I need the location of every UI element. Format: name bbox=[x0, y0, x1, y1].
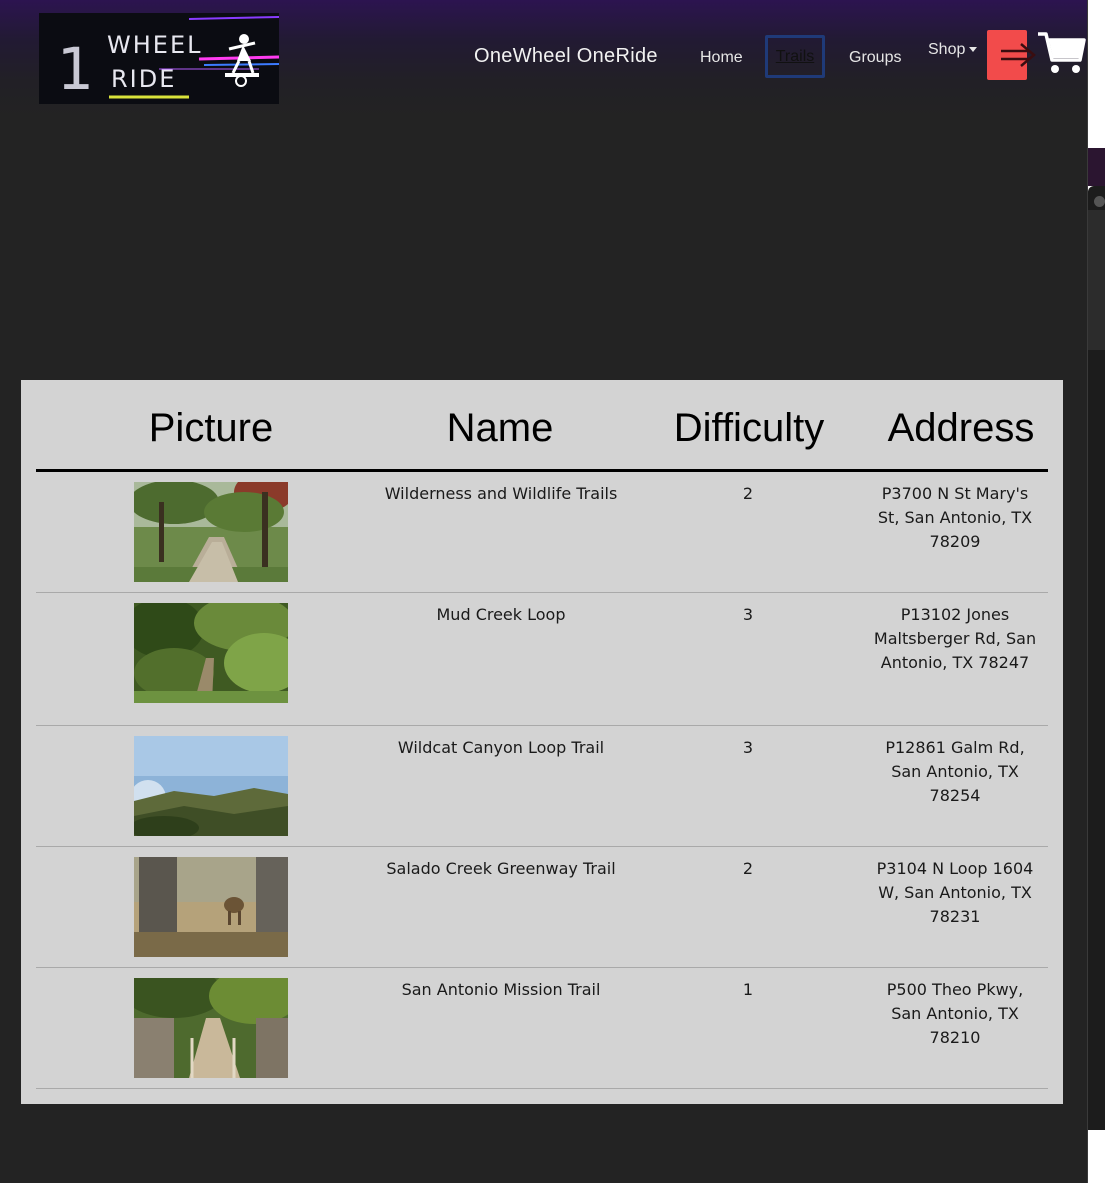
trail-difficulty: 2 bbox=[742, 484, 754, 503]
site-logo[interactable]: 1 WHEEL RIDE bbox=[39, 13, 279, 104]
column-header-picture: Picture bbox=[148, 406, 274, 450]
trail-address: P500 Theo Pkwy, San Antonio, TX 78210 bbox=[886, 980, 1024, 1047]
trail-thumbnail[interactable] bbox=[134, 978, 288, 1078]
nav-home-link[interactable]: Home bbox=[700, 49, 743, 67]
table-row: San Antonio Mission Trail 1 P500 Theo Pk… bbox=[36, 967, 1048, 1089]
trail-address: P3700 N St Mary's St, San Antonio, TX 78… bbox=[877, 484, 1033, 551]
column-header-name: Name bbox=[446, 406, 554, 450]
trail-name: Wildcat Canyon Loop Trail bbox=[397, 738, 605, 757]
svg-text:WHEEL: WHEEL bbox=[107, 31, 202, 59]
trail-name: Salado Creek Greenway Trail bbox=[386, 859, 616, 878]
navbar: 1 WHEEL RIDE OneWheel OneRide Home Trail… bbox=[0, 0, 1087, 116]
logout-button[interactable] bbox=[987, 30, 1036, 80]
trail-difficulty: 1 bbox=[742, 980, 754, 999]
nav-groups-link[interactable]: Groups bbox=[849, 49, 901, 67]
arrow-right-icon bbox=[1001, 43, 1036, 67]
brand-title[interactable]: OneWheel OneRide bbox=[474, 45, 658, 68]
page: 1 WHEEL RIDE OneWheel OneRide Home Trail… bbox=[0, 0, 1088, 1183]
trail-name: Wilderness and Wildlife Trails bbox=[384, 484, 618, 503]
svg-text:RIDE: RIDE bbox=[111, 65, 176, 93]
cart-icon[interactable] bbox=[1036, 30, 1086, 80]
table-row: Wilderness and Wildlife Trails 2 P3700 N… bbox=[36, 471, 1048, 593]
trail-name: Mud Creek Loop bbox=[436, 605, 566, 624]
trail-thumbnail[interactable] bbox=[134, 482, 288, 582]
table-row: Wildcat Canyon Loop Trail 3 P12861 Galm … bbox=[36, 725, 1048, 847]
nav-trails-link[interactable]: Trails bbox=[765, 35, 825, 78]
column-header-difficulty: Difficulty bbox=[673, 406, 825, 450]
caret-down-icon bbox=[969, 47, 978, 53]
trail-difficulty: 3 bbox=[742, 738, 754, 757]
svg-text:1: 1 bbox=[57, 35, 94, 103]
trail-thumbnail[interactable] bbox=[134, 736, 288, 836]
column-header-address: Address bbox=[887, 406, 1035, 450]
trail-thumbnail[interactable] bbox=[134, 603, 288, 703]
nav-shop-dropdown[interactable]: Shop bbox=[928, 41, 978, 59]
background-window-edge bbox=[1088, 0, 1105, 1183]
trail-difficulty: 2 bbox=[742, 859, 754, 878]
trail-name: San Antonio Mission Trail bbox=[401, 980, 601, 999]
trail-difficulty: 3 bbox=[742, 605, 754, 624]
table-row: Salado Creek Greenway Trail 2 P3104 N Lo… bbox=[36, 846, 1048, 968]
trail-address: P12861 Galm Rd, San Antonio, TX 78254 bbox=[885, 738, 1025, 805]
trail-address: P3104 N Loop 1604 W, San Antonio, TX 782… bbox=[876, 859, 1034, 926]
table-row: Mud Creek Loop 3 P13102 Jones Maltsberge… bbox=[36, 592, 1048, 726]
trail-address: P13102 Jones Maltsberger Rd, San Antonio… bbox=[873, 605, 1037, 672]
table-header: Picture Name Difficulty Address bbox=[36, 380, 1048, 472]
trail-thumbnail[interactable] bbox=[134, 857, 288, 957]
trails-table: Picture Name Difficulty Address Wilderne… bbox=[21, 380, 1063, 1104]
logo-artwork: 1 WHEEL RIDE bbox=[39, 13, 279, 104]
nav-shop-label: Shop bbox=[928, 41, 966, 58]
